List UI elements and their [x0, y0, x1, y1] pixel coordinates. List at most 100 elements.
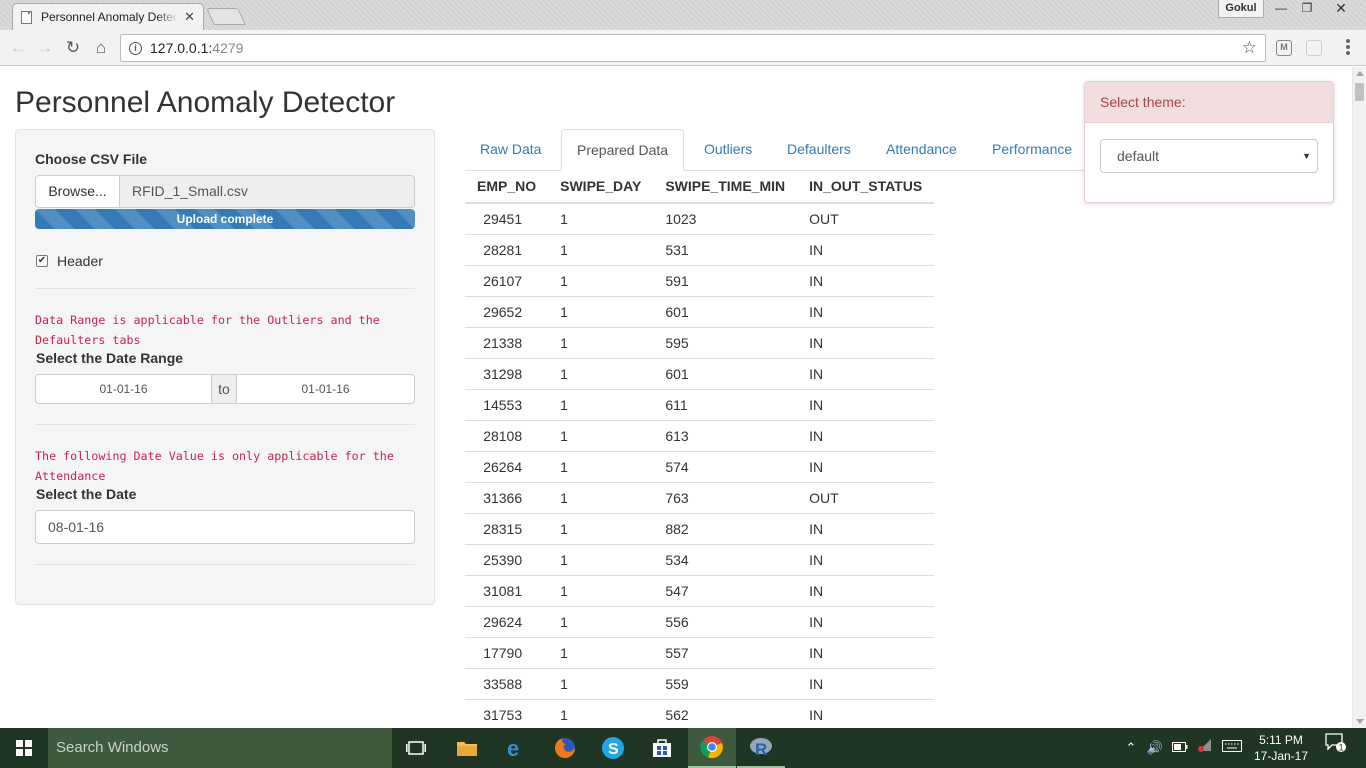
tab-defaulters[interactable]: Defaulters	[772, 129, 866, 171]
taskbar-search[interactable]: Search Windows	[48, 728, 392, 768]
tab-raw-data[interactable]: Raw Data	[465, 129, 556, 171]
info-icon[interactable]: i	[129, 41, 142, 55]
browser-toolbar: ← → ↻ ⌂ i 127.0.0.1: 4279 ☆ M	[0, 30, 1366, 66]
chrome-icon[interactable]	[688, 728, 736, 768]
table-cell: 1	[548, 264, 654, 296]
table-cell: 14553	[465, 388, 549, 420]
table-cell: 1	[548, 419, 654, 451]
table-cell: 31366	[465, 481, 549, 513]
table-cell: 556	[653, 605, 798, 637]
volume-icon[interactable]: 🔊	[1144, 728, 1166, 768]
extension-icon[interactable]	[1306, 40, 1322, 56]
start-button[interactable]	[0, 728, 48, 768]
table-cell: IN	[797, 295, 935, 327]
back-icon[interactable]: ←	[8, 38, 28, 58]
date-label: Select the Date	[36, 486, 137, 502]
skype-icon[interactable]: S	[589, 728, 637, 768]
upload-progress-bar: Upload complete	[35, 209, 415, 229]
svg-text:S: S	[608, 741, 619, 758]
table-cell: 611	[653, 388, 798, 420]
edge-browser-icon[interactable]: e	[492, 728, 540, 768]
date-range-end-input[interactable]: 01-01-16	[236, 374, 415, 404]
table-cell: 28315	[465, 512, 549, 544]
table-cell: 601	[653, 357, 798, 389]
table-row: 31081 1 547 IN	[465, 574, 935, 606]
r-app-icon[interactable]: R	[737, 728, 785, 768]
table-cell: 763	[653, 481, 798, 513]
table-row: 28281 1 531 IN	[465, 233, 935, 265]
minimize-icon[interactable]: —	[1268, 0, 1294, 18]
header-checkbox[interactable]: ✔	[36, 255, 48, 267]
page-icon	[21, 10, 32, 24]
reload-icon[interactable]: ↻	[63, 38, 83, 58]
browser-menu-icon[interactable]	[1345, 39, 1351, 57]
scroll-down-icon[interactable]	[1356, 719, 1364, 724]
page-scrollbar[interactable]	[1352, 67, 1366, 728]
file-explorer-icon[interactable]	[443, 728, 491, 768]
tab-prepared-data[interactable]: Prepared Data	[561, 129, 685, 171]
clock-date: 17-Jan-17	[1253, 749, 1309, 763]
date-input[interactable]: 08-01-16	[35, 510, 415, 544]
table-row: 21338 1 595 IN	[465, 326, 935, 358]
table-cell: 28281	[465, 233, 549, 265]
close-window-icon[interactable]: ✕	[1326, 0, 1356, 18]
url-port: 4279	[212, 40, 244, 56]
scrollbar-thumb[interactable]	[1355, 83, 1364, 101]
date-range-start-input[interactable]: 01-01-16	[35, 374, 212, 404]
table-cell: 17790	[465, 636, 549, 668]
table-cell: IN	[797, 357, 935, 389]
scroll-up-icon[interactable]	[1356, 71, 1364, 76]
svg-text:R: R	[755, 740, 767, 758]
table-cell: IN	[797, 233, 935, 265]
table-row: 29624 1 556 IN	[465, 605, 935, 637]
home-icon[interactable]: ⌂	[91, 38, 111, 58]
table-cell: IN	[797, 543, 935, 575]
close-tab-icon[interactable]: ✕	[184, 9, 195, 25]
table-cell: 1	[548, 202, 654, 234]
store-icon[interactable]	[638, 728, 686, 768]
header-checkbox-group[interactable]: ✔ Header	[36, 253, 103, 269]
theme-select[interactable]: default ▼	[1100, 139, 1318, 173]
battery-icon[interactable]	[1170, 728, 1190, 768]
network-icon[interactable]	[1194, 728, 1216, 768]
svg-text:e: e	[507, 737, 519, 759]
browse-button[interactable]: Browse...	[35, 175, 120, 208]
table-cell: 26107	[465, 264, 549, 296]
table-cell: 531	[653, 233, 798, 265]
tray-expand-icon[interactable]: ⌃	[1122, 728, 1140, 768]
file-input[interactable]: Browse... RFID_1_Small.csv	[35, 175, 415, 208]
forward-icon[interactable]: →	[35, 38, 55, 58]
profile-button[interactable]: Gokul	[1218, 0, 1264, 18]
table-row: 31298 1 601 IN	[465, 357, 935, 389]
table-cell: 1	[548, 667, 654, 699]
taskbar-clock[interactable]: 5:11 PM 17-Jan-17	[1248, 732, 1314, 764]
table-cell: 601	[653, 295, 798, 327]
tab-attendance[interactable]: Attendance	[871, 129, 972, 171]
notification-count: 1	[1339, 742, 1344, 752]
firefox-icon[interactable]	[541, 728, 589, 768]
keyboard-icon[interactable]	[1220, 728, 1244, 768]
table-cell: 1	[548, 574, 654, 606]
extension-icon[interactable]: M	[1276, 40, 1292, 56]
page-content: Personnel Anomaly Detector Choose CSV Fi…	[0, 67, 1352, 728]
clock-time: 5:11 PM	[1259, 733, 1303, 747]
bookmark-star-icon[interactable]: ☆	[1242, 38, 1257, 58]
table-cell: 1	[548, 543, 654, 575]
new-tab-button[interactable]	[206, 8, 246, 25]
table-cell: 1	[548, 636, 654, 668]
browser-tab[interactable]: Personnel Anomaly Detector ✕	[12, 3, 204, 30]
address-bar[interactable]: i 127.0.0.1: 4279 ☆	[120, 34, 1266, 62]
column-header: SWIPE_TIME_MIN	[653, 170, 798, 204]
table-cell: IN	[797, 605, 935, 637]
action-center-icon[interactable]: 1	[1320, 728, 1350, 768]
divider	[35, 288, 415, 289]
main-tabs: Raw Data Prepared Data Outliers Defaulte…	[465, 129, 1085, 171]
table-cell: 882	[653, 512, 798, 544]
page-title: Personnel Anomaly Detector	[15, 86, 396, 119]
browser-titlebar: Personnel Anomaly Detector ✕ Gokul — ❐ ✕	[0, 0, 1366, 30]
maximize-icon[interactable]: ❐	[1294, 0, 1320, 18]
table-row: 26107 1 591 IN	[465, 264, 935, 296]
tab-performance[interactable]: Performance	[977, 129, 1087, 171]
tab-outliers[interactable]: Outliers	[689, 129, 767, 171]
task-view-icon[interactable]	[392, 728, 440, 768]
